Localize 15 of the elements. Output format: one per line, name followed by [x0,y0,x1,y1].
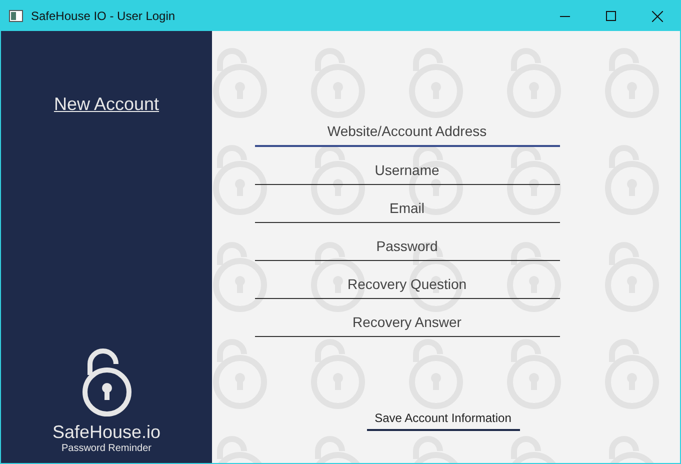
new-account-link[interactable]: New Account [54,91,160,118]
input-field[interactable]: Recovery Question [254,261,560,299]
window-title: SafeHouse IO - User Login [31,8,176,25]
input-field[interactable]: Password [254,223,560,261]
input-field[interactable]: Website/Account Address [254,109,560,147]
brand-name: SafeHouse.io [52,421,161,443]
input-field[interactable]: Recovery Answer [254,299,560,337]
app-icon [9,10,23,22]
padlock-icon [80,347,134,417]
close-icon [652,10,662,22]
maximize-icon [606,11,616,21]
input-field[interactable]: Email [254,185,560,223]
input-field[interactable]: Username [254,147,560,185]
save-account-button[interactable]: Save Account Information [366,407,520,431]
tagline: Password Reminder [61,443,152,455]
